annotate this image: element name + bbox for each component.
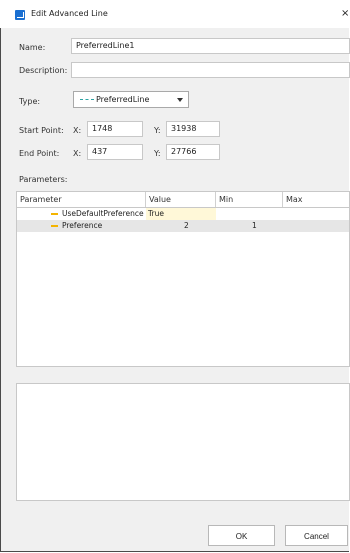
- name-field[interactable]: PreferredLine1: [71, 38, 350, 54]
- description-label: Description:: [19, 66, 68, 75]
- window-title: Edit Advanced Line: [31, 9, 108, 18]
- ok-button[interactable]: OK: [208, 525, 275, 546]
- cell-parameter: UseDefaultPreference: [62, 209, 144, 218]
- cell-min: 1: [252, 221, 257, 230]
- parameter-marker-icon: [51, 225, 58, 227]
- start-y-field[interactable]: 31938: [166, 121, 220, 137]
- parameter-marker-icon: [51, 213, 58, 215]
- app-icon: [15, 10, 25, 20]
- line-style-icon: [80, 99, 94, 100]
- close-icon[interactable]: ×: [341, 8, 349, 19]
- column-header-min[interactable]: Min: [216, 192, 283, 207]
- column-header-value[interactable]: Value: [146, 192, 216, 207]
- end-x-field[interactable]: 437: [87, 144, 143, 160]
- parameters-label: Parameters:: [19, 175, 68, 184]
- name-label: Name:: [19, 43, 46, 52]
- description-field[interactable]: [71, 62, 350, 78]
- chevron-down-icon: [177, 98, 183, 102]
- end-y-field[interactable]: 27766: [166, 144, 220, 160]
- parameters-grid[interactable]: Parameter Value Min Max UseDefaultPrefer…: [16, 191, 350, 367]
- title-bar: Edit Advanced Line ×: [0, 0, 350, 28]
- parameter-description-panel: [16, 383, 350, 501]
- start-x-field[interactable]: 1748: [87, 121, 143, 137]
- type-select-value: PreferredLine: [96, 95, 150, 104]
- cancel-button[interactable]: Cancel: [285, 525, 348, 546]
- column-header-parameter[interactable]: Parameter: [17, 192, 146, 207]
- end-x-label: X:: [73, 149, 82, 158]
- column-header-max[interactable]: Max: [283, 192, 350, 207]
- end-point-label: End Point:: [19, 149, 60, 158]
- end-y-label: Y:: [154, 149, 161, 158]
- start-y-label: Y:: [154, 126, 161, 135]
- table-row[interactable]: UseDefaultPreference True: [17, 208, 349, 220]
- cell-value[interactable]: 2: [184, 220, 189, 232]
- cell-value[interactable]: True: [148, 208, 164, 220]
- start-x-label: X:: [73, 126, 82, 135]
- type-select[interactable]: PreferredLine: [73, 91, 189, 108]
- table-row[interactable]: Preference 2 1: [17, 220, 349, 232]
- cell-parameter: Preference: [62, 221, 103, 230]
- type-label: Type:: [19, 97, 41, 106]
- start-point-label: Start Point:: [19, 126, 64, 135]
